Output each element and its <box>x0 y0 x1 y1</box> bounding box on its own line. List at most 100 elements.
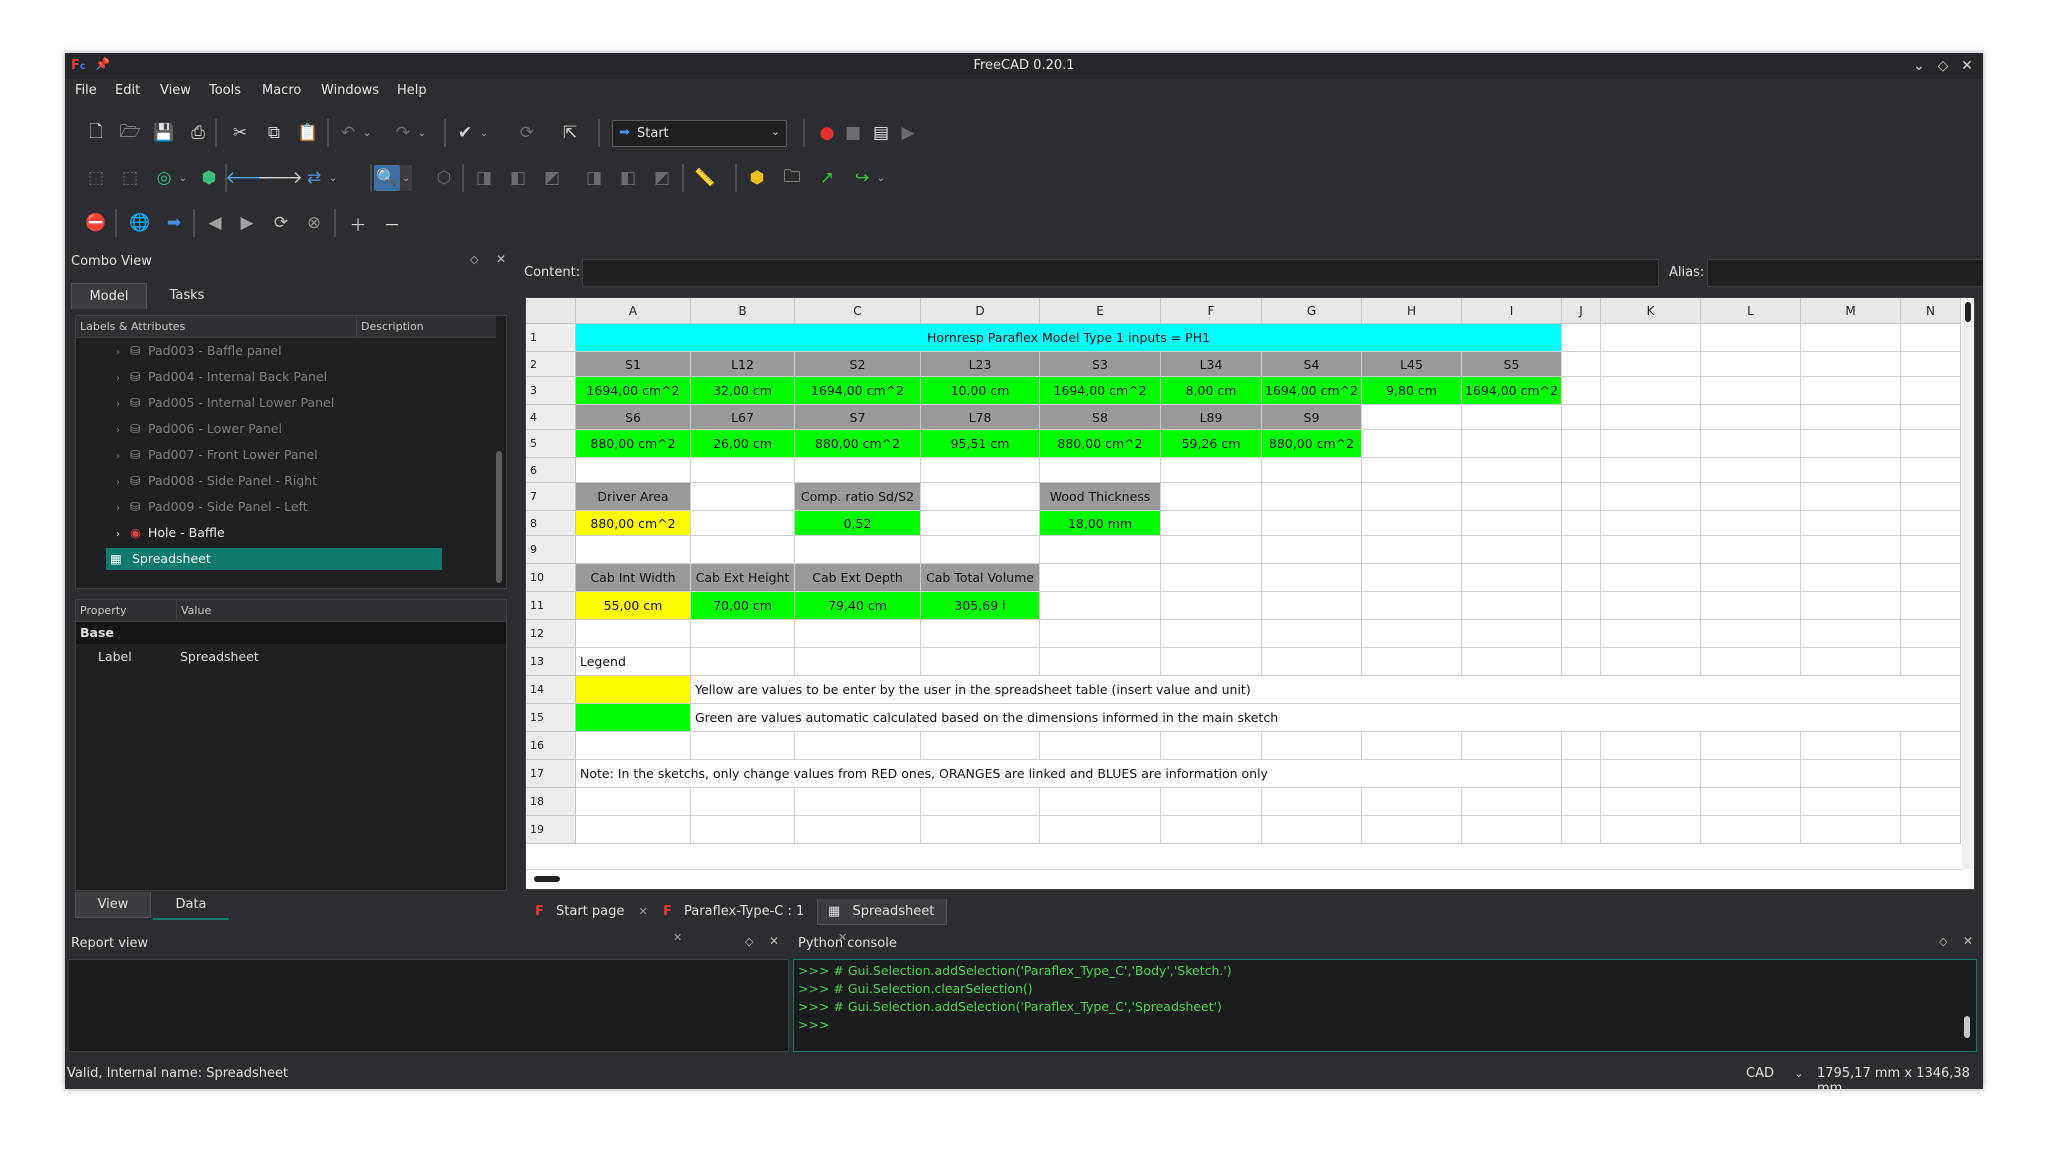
sync-view-dropdown-icon[interactable]: ⌄ <box>327 165 339 191</box>
header-cell[interactable]: L78 <box>921 405 1040 430</box>
empty-cell[interactable] <box>1462 592 1562 620</box>
fit-all-icon[interactable]: ⬚ <box>83 165 109 191</box>
row-header[interactable]: 6 <box>526 458 576 483</box>
empty-cell[interactable] <box>1362 483 1462 511</box>
empty-cell[interactable] <box>1262 564 1362 592</box>
empty-cell[interactable] <box>1801 377 1901 405</box>
empty-cell[interactable] <box>1161 511 1262 536</box>
empty-cell[interactable] <box>1462 536 1562 564</box>
empty-cell[interactable] <box>1462 620 1562 648</box>
menu-file[interactable]: File <box>75 79 97 103</box>
row-header[interactable]: 11 <box>526 592 576 620</box>
legend-green-swatch[interactable] <box>576 704 691 732</box>
column-header-e[interactable]: E <box>1040 298 1161 324</box>
empty-cell[interactable] <box>1362 788 1462 816</box>
empty-cell[interactable] <box>795 816 921 844</box>
left-view-icon[interactable]: ◩ <box>649 165 675 191</box>
value-cell[interactable]: 1694,00 cm^2 <box>1462 377 1562 405</box>
empty-cell[interactable] <box>691 816 795 844</box>
empty-cell[interactable] <box>795 458 921 483</box>
menu-macro[interactable]: Macro <box>262 79 301 103</box>
empty-cell[interactable] <box>1701 430 1801 458</box>
empty-cell[interactable] <box>921 648 1040 676</box>
empty-cell[interactable] <box>1362 536 1462 564</box>
empty-cell[interactable] <box>1562 760 1601 788</box>
cut-icon[interactable]: ✂ <box>227 120 253 146</box>
tree-item[interactable]: › ⛁ Pad004 - Internal Back Panel <box>116 366 456 388</box>
row-header[interactable]: 9 <box>526 536 576 564</box>
empty-cell[interactable] <box>921 620 1040 648</box>
empty-cell[interactable] <box>1701 648 1801 676</box>
column-header-h[interactable]: H <box>1362 298 1462 324</box>
header-cell[interactable]: Wood Thickness <box>1040 483 1161 511</box>
empty-cell[interactable] <box>1801 564 1901 592</box>
tree-item[interactable]: › ⛁ Pad009 - Side Panel - Left <box>116 496 456 518</box>
undo-icon[interactable]: ↶ <box>335 120 361 146</box>
forward-arrow-icon[interactable]: 🡒 <box>257 165 303 191</box>
row-header[interactable]: 2 <box>526 352 576 377</box>
save-icon[interactable]: 💾 <box>151 120 177 146</box>
row-header[interactable]: 3 <box>526 377 576 405</box>
empty-cell[interactable] <box>1701 760 1801 788</box>
print-icon[interactable]: ⎙ <box>185 120 211 146</box>
empty-cell[interactable] <box>1901 430 1961 458</box>
empty-cell[interactable] <box>1462 816 1562 844</box>
header-cell[interactable]: Cab Total Volume <box>921 564 1040 592</box>
empty-cell[interactable] <box>1562 483 1601 511</box>
empty-cell[interactable] <box>1801 352 1901 377</box>
empty-cell[interactable] <box>1801 536 1901 564</box>
empty-cell[interactable] <box>1562 648 1601 676</box>
close-tab-icon[interactable]: ✕ <box>673 931 682 944</box>
empty-cell[interactable] <box>1901 760 1961 788</box>
empty-cell[interactable] <box>1901 592 1961 620</box>
value-cell[interactable]: 95,51 cm <box>921 430 1040 458</box>
empty-cell[interactable] <box>1462 405 1562 430</box>
input-cell[interactable]: 55,00 cm <box>576 592 691 620</box>
empty-cell[interactable] <box>1161 816 1262 844</box>
header-cell[interactable]: L34 <box>1161 352 1262 377</box>
stop-macro-icon[interactable]: ■ <box>840 120 866 146</box>
isometric-view-icon[interactable]: ⬡ <box>431 165 457 191</box>
expand-arrow-icon[interactable]: › <box>116 446 130 468</box>
right-view-icon[interactable]: ◩ <box>539 165 565 191</box>
empty-cell[interactable] <box>1601 430 1701 458</box>
value-cell[interactable]: 79,40 cm <box>795 592 921 620</box>
zoom-in-icon[interactable]: ＋ <box>345 210 371 236</box>
empty-cell[interactable] <box>1801 483 1901 511</box>
empty-cell[interactable] <box>691 788 795 816</box>
header-cell[interactable]: Driver Area <box>576 483 691 511</box>
row-header[interactable]: 16 <box>526 732 576 760</box>
empty-cell[interactable] <box>1601 483 1701 511</box>
empty-cell[interactable] <box>1901 405 1961 430</box>
horizontal-scrollbar-handle[interactable] <box>534 876 560 882</box>
column-header-f[interactable]: F <box>1161 298 1262 324</box>
empty-cell[interactable] <box>1462 458 1562 483</box>
empty-cell[interactable] <box>691 648 795 676</box>
empty-cell[interactable] <box>1562 430 1601 458</box>
sync-view-icon[interactable]: ⇄ <box>301 165 327 191</box>
empty-cell[interactable] <box>1040 620 1161 648</box>
empty-cell[interactable] <box>1801 592 1901 620</box>
empty-cell[interactable] <box>921 816 1040 844</box>
close-panel-icon[interactable]: ✕ <box>496 252 506 266</box>
tree-item[interactable]: › ◉ Hole - Baffle <box>116 522 456 544</box>
empty-cell[interactable] <box>1362 592 1462 620</box>
web-back-icon[interactable]: ◀ <box>202 210 228 236</box>
doc-tab-spreadsheet[interactable]: ▦ Spreadsheet ✕ <box>817 899 947 944</box>
empty-cell[interactable] <box>1040 564 1161 592</box>
value-cell[interactable]: 59,26 cm <box>1161 430 1262 458</box>
value-cell[interactable]: 880,00 cm^2 <box>1040 430 1161 458</box>
paste-icon[interactable]: 📋 <box>295 120 321 146</box>
column-header-i[interactable]: I <box>1462 298 1562 324</box>
legend-green-text[interactable]: Green are values automatic calculated ba… <box>691 704 1961 732</box>
header-cell[interactable]: L89 <box>1161 405 1262 430</box>
empty-cell[interactable] <box>1601 732 1701 760</box>
column-header-m[interactable]: M <box>1801 298 1901 324</box>
empty-cell[interactable] <box>921 511 1040 536</box>
empty-cell[interactable] <box>1262 511 1362 536</box>
empty-cell[interactable] <box>1161 732 1262 760</box>
row-header[interactable]: 19 <box>526 816 576 844</box>
part-icon[interactable]: ⬢ <box>744 165 770 191</box>
fit-selection-icon[interactable]: ⬚ <box>117 165 143 191</box>
empty-cell[interactable] <box>1562 377 1601 405</box>
